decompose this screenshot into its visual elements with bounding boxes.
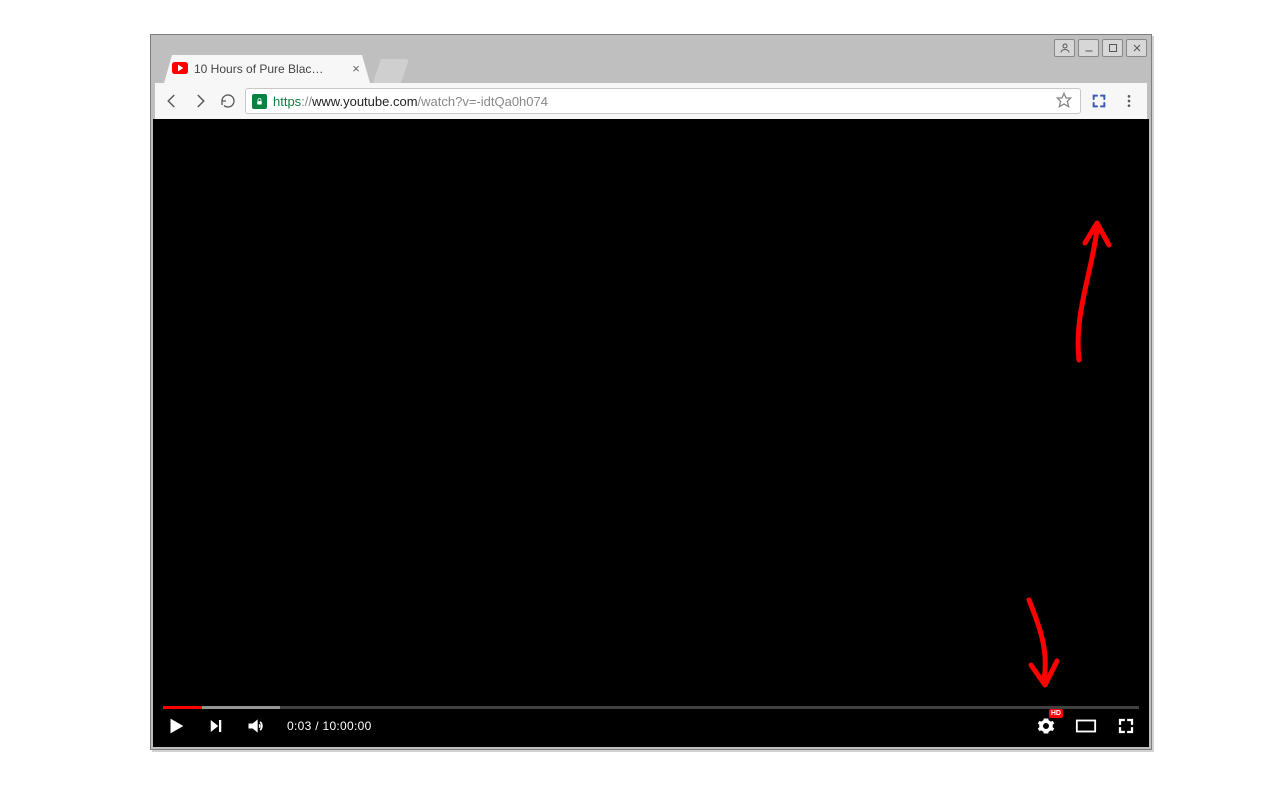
tab-active[interactable]: 10 Hours of Pure Blac… × [164, 55, 370, 83]
page-viewport: 0:03 / 10:00:00 HD [153, 119, 1149, 747]
back-button[interactable] [161, 90, 183, 112]
new-tab-button[interactable] [373, 59, 409, 83]
next-button[interactable] [203, 713, 229, 739]
menu-kebab-icon[interactable] [1117, 89, 1141, 113]
hd-badge: HD [1049, 709, 1063, 718]
fullscreen-extension-icon[interactable] [1087, 89, 1111, 113]
theater-mode-button[interactable] [1073, 713, 1099, 739]
lock-icon [252, 94, 267, 109]
youtube-favicon-icon [172, 62, 188, 77]
time-display: 0:03 / 10:00:00 [287, 719, 372, 733]
forward-button[interactable] [189, 90, 211, 112]
annotation-arrow-top [1049, 215, 1119, 365]
url-text: https://www.youtube.com/watch?v=-idtQa0h… [273, 94, 1050, 109]
fullscreen-button[interactable] [1113, 713, 1139, 739]
bookmark-star-icon[interactable] [1056, 92, 1074, 110]
player-controls: 0:03 / 10:00:00 HD [163, 709, 1139, 743]
browser-window: 10 Hours of Pure Blac… × https://www.you… [150, 34, 1152, 750]
play-button[interactable] [163, 713, 189, 739]
volume-button[interactable] [243, 713, 269, 739]
address-bar[interactable]: https://www.youtube.com/watch?v=-idtQa0h… [245, 88, 1081, 114]
close-tab-icon[interactable]: × [350, 63, 362, 75]
settings-button[interactable]: HD [1033, 713, 1059, 739]
reload-button[interactable] [217, 90, 239, 112]
tab-title: 10 Hours of Pure Blac… [194, 62, 344, 76]
tab-strip: 10 Hours of Pure Blac… × [158, 55, 1144, 83]
browser-toolbar: https://www.youtube.com/watch?v=-idtQa0h… [155, 83, 1147, 119]
annotation-arrow-bottom [999, 595, 1069, 695]
